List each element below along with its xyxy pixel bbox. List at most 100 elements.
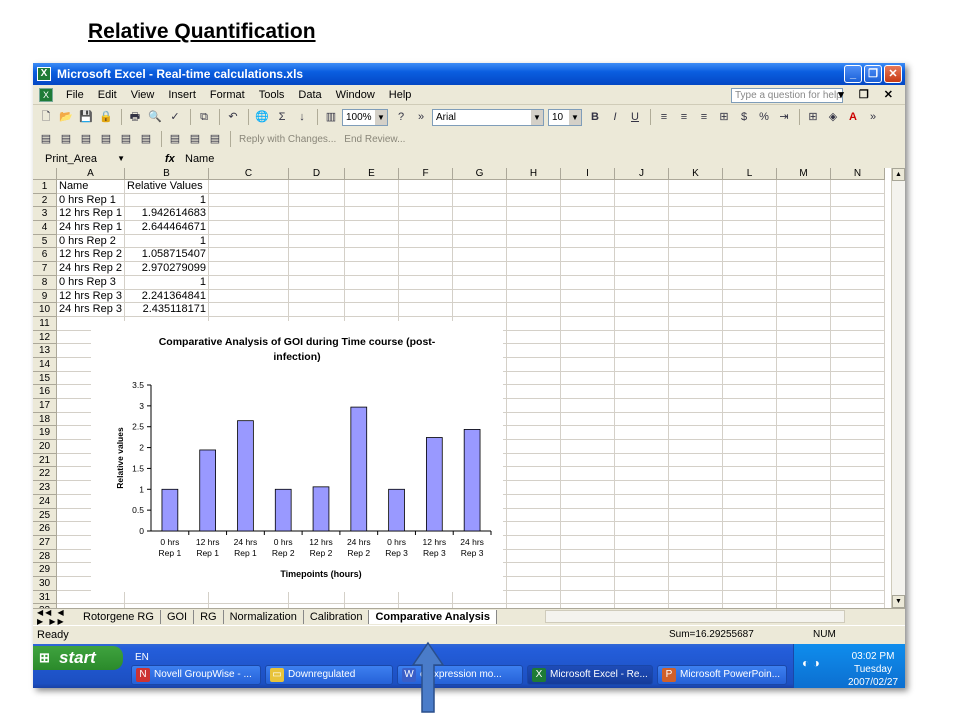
- excel-app-icon[interactable]: X: [37, 67, 51, 81]
- bold-icon[interactable]: B: [586, 109, 604, 125]
- cell-n[interactable]: [831, 440, 885, 454]
- cell-k[interactable]: [669, 289, 723, 304]
- review-icon[interactable]: ▤: [137, 131, 155, 147]
- cell-h[interactable]: [507, 494, 561, 509]
- sort-ascending-icon[interactable]: ↓: [293, 109, 311, 125]
- cell-k[interactable]: [669, 440, 723, 454]
- cell-l[interactable]: [723, 467, 777, 482]
- window-titlebar[interactable]: X Microsoft Excel - Real-time calculatio…: [33, 63, 905, 85]
- italic-icon[interactable]: I: [606, 109, 624, 125]
- cell-m[interactable]: [777, 494, 831, 509]
- cell-h[interactable]: [507, 426, 561, 441]
- row-header[interactable]: 12: [33, 330, 57, 345]
- cell-l[interactable]: [723, 440, 777, 454]
- cell-e[interactable]: [345, 248, 399, 263]
- column-header-f[interactable]: F: [399, 168, 453, 180]
- cell-n[interactable]: [831, 262, 885, 276]
- hyperlink-icon[interactable]: 🌐: [253, 109, 271, 125]
- borders-icon[interactable]: ⊞: [804, 109, 822, 125]
- review-icon[interactable]: ▤: [186, 131, 204, 147]
- cell-m[interactable]: [777, 590, 831, 605]
- zoom-select[interactable]: 100% ▼: [342, 108, 388, 126]
- cell-m[interactable]: [777, 481, 831, 495]
- cell-d[interactable]: [289, 590, 345, 605]
- cell-h[interactable]: [507, 467, 561, 482]
- help-search-input[interactable]: Type a question for help: [731, 88, 843, 103]
- cell-e[interactable]: [345, 275, 399, 290]
- cell-f[interactable]: [399, 180, 453, 194]
- cell-l[interactable]: [723, 494, 777, 509]
- cell-i[interactable]: [561, 576, 615, 591]
- cell-k[interactable]: [669, 481, 723, 495]
- row-header[interactable]: 9: [33, 289, 57, 304]
- cell-k[interactable]: [669, 522, 723, 536]
- toolbar-options-icon[interactable]: »: [864, 109, 882, 125]
- cell-h[interactable]: [507, 193, 561, 208]
- cell-i[interactable]: [561, 399, 615, 413]
- cell-m[interactable]: [777, 508, 831, 523]
- cell-h[interactable]: [507, 275, 561, 290]
- cell-l[interactable]: [723, 289, 777, 304]
- cell-l[interactable]: [723, 193, 777, 208]
- align-right-icon[interactable]: ≡: [695, 109, 713, 125]
- column-header-g[interactable]: G: [453, 168, 507, 180]
- open-icon[interactable]: 📂: [57, 109, 75, 125]
- cell-m[interactable]: [777, 440, 831, 454]
- cell-i[interactable]: [561, 371, 615, 386]
- cell-h[interactable]: [507, 303, 561, 317]
- cell-l[interactable]: [723, 330, 777, 345]
- cell-n[interactable]: [831, 590, 885, 605]
- cell-e[interactable]: [345, 207, 399, 222]
- row-header[interactable]: 10: [33, 303, 57, 317]
- cell-n[interactable]: [831, 248, 885, 263]
- cell-e[interactable]: [345, 303, 399, 317]
- print-preview-icon[interactable]: 🔍: [146, 109, 164, 125]
- cell-k[interactable]: [669, 316, 723, 331]
- cell-g[interactable]: [453, 221, 507, 235]
- cell-a[interactable]: 12 hrs Rep 1: [57, 207, 125, 222]
- cell-e[interactable]: [345, 221, 399, 235]
- cell-m[interactable]: [777, 522, 831, 536]
- cell-j[interactable]: [615, 289, 669, 304]
- cell-k[interactable]: [669, 330, 723, 345]
- cell-l[interactable]: [723, 248, 777, 263]
- tab-normalization[interactable]: Normalization: [224, 609, 304, 624]
- row-header[interactable]: 8: [33, 275, 57, 290]
- cell-n[interactable]: [831, 453, 885, 468]
- chart-wizard-icon[interactable]: ▥: [322, 109, 340, 125]
- cell-g[interactable]: [453, 248, 507, 263]
- cell-i[interactable]: [561, 193, 615, 208]
- start-button[interactable]: ⊞ start: [33, 646, 123, 670]
- cell-g[interactable]: [453, 303, 507, 317]
- cell-j[interactable]: [615, 535, 669, 550]
- minimize-icon[interactable]: _: [844, 65, 862, 83]
- cell-h[interactable]: [507, 262, 561, 276]
- cell-n[interactable]: [831, 330, 885, 345]
- cell-j[interactable]: [615, 549, 669, 564]
- cell-j[interactable]: [615, 180, 669, 194]
- cell-i[interactable]: [561, 234, 615, 249]
- cell-l[interactable]: [723, 316, 777, 331]
- cell-h[interactable]: [507, 399, 561, 413]
- cell-g[interactable]: [453, 207, 507, 222]
- cell-h[interactable]: [507, 576, 561, 591]
- row-header[interactable]: 13: [33, 344, 57, 358]
- cell-d[interactable]: [289, 193, 345, 208]
- cell-b[interactable]: 1: [125, 275, 209, 290]
- cell-h[interactable]: [507, 412, 561, 427]
- row-header[interactable]: 21: [33, 453, 57, 468]
- cell-n[interactable]: [831, 412, 885, 427]
- cell-e[interactable]: [345, 289, 399, 304]
- tab-navigation-icons[interactable]: ◀◀ ◀ ▶ ▶▶: [33, 608, 77, 626]
- cell-k[interactable]: [669, 357, 723, 372]
- cell-i[interactable]: [561, 412, 615, 427]
- copy-icon[interactable]: ⧉: [195, 109, 213, 125]
- cell-l[interactable]: [723, 453, 777, 468]
- scroll-up-icon[interactable]: ▲: [892, 168, 905, 181]
- cell-a[interactable]: 24 hrs Rep 3: [57, 303, 125, 317]
- cell-n[interactable]: [831, 467, 885, 482]
- cell-k[interactable]: [669, 412, 723, 427]
- row-header[interactable]: 24: [33, 494, 57, 509]
- cell-f[interactable]: [399, 289, 453, 304]
- cell-g[interactable]: [453, 180, 507, 194]
